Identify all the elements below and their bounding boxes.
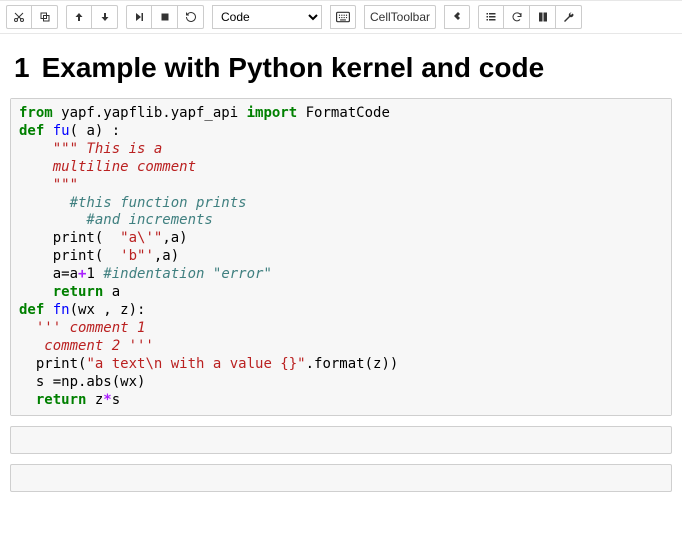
stop-icon — [159, 11, 171, 23]
notebook-container: 1 Example with Python kernel and code fr… — [0, 34, 682, 522]
copy-icon — [39, 11, 51, 23]
settings-button[interactable] — [556, 5, 582, 29]
empty-cell-1[interactable] — [10, 426, 672, 454]
markdown-heading: 1 Example with Python kernel and code — [14, 52, 668, 84]
restart-button[interactable] — [178, 5, 204, 29]
reload-button[interactable] — [504, 5, 530, 29]
code-editor[interactable]: from yapf.yapflib.yapf_api import Format… — [11, 99, 671, 415]
cut-icon — [13, 11, 25, 23]
legal-icon — [451, 11, 463, 23]
heading-number: 1 — [14, 52, 30, 84]
cell-toolbar-button[interactable]: CellToolbar — [364, 5, 436, 29]
book-icon — [537, 11, 549, 23]
run-button[interactable] — [126, 5, 152, 29]
toolbar: Code CellToolbar — [0, 0, 682, 34]
toc-button[interactable] — [478, 5, 504, 29]
list-icon — [485, 11, 497, 23]
copy-button[interactable] — [32, 5, 58, 29]
empty-cell-2[interactable] — [10, 464, 672, 492]
book-button[interactable] — [530, 5, 556, 29]
step-forward-icon — [133, 11, 145, 23]
interrupt-button[interactable] — [152, 5, 178, 29]
cut-button[interactable] — [6, 5, 32, 29]
move-down-button[interactable] — [92, 5, 118, 29]
heading-text: Example with Python kernel and code — [42, 52, 545, 84]
command-palette-button[interactable] — [330, 5, 356, 29]
repeat-icon — [185, 11, 197, 23]
wrench-icon — [563, 11, 575, 23]
move-up-button[interactable] — [66, 5, 92, 29]
yapf-button[interactable] — [444, 5, 470, 29]
arrow-up-icon — [73, 11, 85, 23]
cell-type-select[interactable]: Code — [212, 5, 322, 29]
refresh-icon — [511, 11, 523, 23]
arrow-down-icon — [99, 11, 111, 23]
keyboard-icon — [336, 11, 350, 23]
code-cell[interactable]: from yapf.yapflib.yapf_api import Format… — [10, 98, 672, 416]
